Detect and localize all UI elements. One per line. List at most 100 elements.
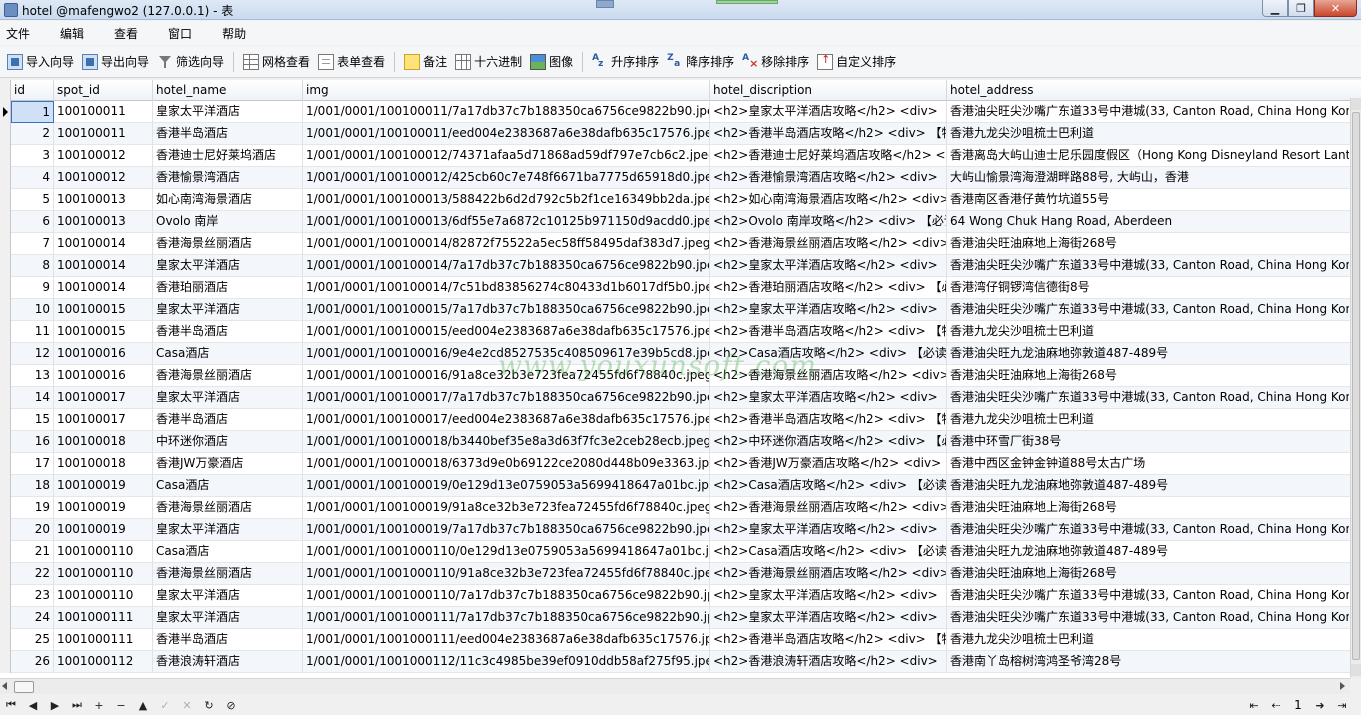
cell-spot-id[interactable]: 100100019 bbox=[54, 475, 153, 497]
table-row[interactable]: 20 100100019 皇家太平洋酒店 1/001/0001/100100019/7… bbox=[0, 519, 1350, 541]
page-next-icon[interactable]: ➜ bbox=[1309, 696, 1331, 714]
cell-img[interactable]: 1/001/0001/100100015/eed004e2383687a6e38… bbox=[303, 321, 710, 343]
cell-hotel-address[interactable]: 香港南区香港仔黄竹坑道55号 bbox=[947, 189, 1349, 211]
column-header-spot-id[interactable]: spot_id bbox=[54, 80, 153, 101]
cell-hotel-discription[interactable]: <h2>香港半岛酒店攻略</h2> <div> 【特 bbox=[710, 409, 947, 431]
row-indicator[interactable] bbox=[0, 145, 11, 167]
cell-spot-id[interactable]: 1001000110 bbox=[54, 563, 153, 585]
cell-hotel-name[interactable]: 香港海景丝丽酒店 bbox=[153, 365, 303, 387]
row-indicator[interactable] bbox=[0, 497, 11, 519]
cell-id[interactable]: 4 bbox=[11, 167, 54, 189]
data-grid[interactable]: id spot_id hotel_name img hotel_discript… bbox=[0, 80, 1361, 678]
scroll-right-arrow-icon[interactable] bbox=[1340, 682, 1345, 690]
row-indicator[interactable] bbox=[0, 541, 11, 563]
table-row[interactable]: 1 100100011 皇家太平洋酒店 1/001/0001/100100011/7a… bbox=[0, 101, 1350, 123]
cell-img[interactable]: 1/001/0001/1001000110/91a8ce32b3e723fea7… bbox=[303, 563, 710, 585]
cell-id[interactable]: 11 bbox=[11, 321, 54, 343]
cell-hotel-discription[interactable]: <h2>Casa酒店攻略</h2> <div> 【必读】 bbox=[710, 541, 947, 563]
column-header-id[interactable]: id bbox=[11, 80, 54, 101]
page-last-icon[interactable]: ⇥ bbox=[1331, 696, 1353, 714]
cell-img[interactable]: 1/001/0001/1001000110/0e129d13e0759053a5… bbox=[303, 541, 710, 563]
cell-hotel-name[interactable]: 皇家太平洋酒店 bbox=[153, 255, 303, 277]
cell-img[interactable]: 1/001/0001/100100014/7c51bd83856274c8043… bbox=[303, 277, 710, 299]
cell-spot-id[interactable]: 100100013 bbox=[54, 211, 153, 233]
cell-hotel-discription[interactable]: <h2>香港海景丝丽酒店攻略</h2> <div> 【 bbox=[710, 365, 947, 387]
table-row[interactable]: 12 100100016 Casa酒店 1/001/0001/100100016/9e… bbox=[0, 343, 1350, 365]
cell-hotel-name[interactable]: 皇家太平洋酒店 bbox=[153, 299, 303, 321]
table-row[interactable]: 26 1001000112 香港浪涛轩酒店 1/001/0001/1001000112… bbox=[0, 651, 1350, 673]
row-indicator[interactable] bbox=[0, 453, 11, 475]
cell-id[interactable]: 22 bbox=[11, 563, 54, 585]
maximize-button[interactable]: ❐ bbox=[1288, 0, 1314, 17]
vertical-scroll-thumb[interactable] bbox=[1352, 112, 1360, 660]
row-indicator[interactable] bbox=[0, 585, 11, 607]
cell-hotel-discription[interactable]: <h2>皇家太平洋酒店攻略</h2> <div> 【 bbox=[710, 387, 947, 409]
cancel-changes-icon[interactable]: ✕ bbox=[176, 696, 198, 714]
cell-id[interactable]: 21 bbox=[11, 541, 54, 563]
cell-spot-id[interactable]: 100100015 bbox=[54, 321, 153, 343]
table-row[interactable]: 3 100100012 香港迪士尼好莱坞酒店 1/001/0001/100100012… bbox=[0, 145, 1350, 167]
cell-hotel-discription[interactable]: <h2>皇家太平洋酒店攻略</h2> <div> 【 bbox=[710, 255, 947, 277]
cell-hotel-name[interactable]: 香港海景丝丽酒店 bbox=[153, 497, 303, 519]
column-header-img[interactable]: img bbox=[303, 80, 710, 101]
cell-hotel-discription[interactable]: <h2>Casa酒店攻略</h2> <div> 【必读】 bbox=[710, 343, 947, 365]
memo-button[interactable]: 备注 bbox=[400, 50, 451, 74]
row-indicator[interactable] bbox=[0, 189, 11, 211]
cell-spot-id[interactable]: 100100012 bbox=[54, 167, 153, 189]
cell-hotel-name[interactable]: Ovolo 南岸 bbox=[153, 211, 303, 233]
cell-hotel-discription[interactable]: <h2>Ovolo 南岸攻略</h2> <div> 【必读 bbox=[710, 211, 947, 233]
cell-hotel-name[interactable]: 皇家太平洋酒店 bbox=[153, 519, 303, 541]
cell-img[interactable]: 1/001/0001/1001000110/7a17db37c7b188350c… bbox=[303, 585, 710, 607]
row-indicator[interactable] bbox=[0, 607, 11, 629]
row-indicator[interactable] bbox=[0, 321, 11, 343]
cell-id[interactable]: 25 bbox=[11, 629, 54, 651]
cell-id[interactable]: 9 bbox=[11, 277, 54, 299]
cell-img[interactable]: 1/001/0001/100100018/6373d9e0b69122ce208… bbox=[303, 453, 710, 475]
cell-img[interactable]: 1/001/0001/100100018/b3440bef35e8a3d63f7… bbox=[303, 431, 710, 453]
cell-hotel-discription[interactable]: <h2>中环迷你酒店攻略</h2> <div> 【必 bbox=[710, 431, 947, 453]
cell-spot-id[interactable]: 100100019 bbox=[54, 497, 153, 519]
cell-hotel-address[interactable]: 香港油尖旺尖沙嘴广东道33号中港城(33, Canton Road, China… bbox=[947, 255, 1349, 277]
cell-img[interactable]: 1/001/0001/100100017/7a17db37c7b188350ca… bbox=[303, 387, 710, 409]
row-indicator[interactable] bbox=[0, 167, 11, 189]
cell-spot-id[interactable]: 1001000110 bbox=[54, 585, 153, 607]
cell-hotel-address[interactable]: 香港九龙尖沙咀梳士巴利道 bbox=[947, 321, 1349, 343]
table-row[interactable]: 5 100100013 如心南湾海景酒店 1/001/0001/100100013/5… bbox=[0, 189, 1350, 211]
delete-record-icon[interactable]: − bbox=[110, 696, 132, 714]
cell-hotel-name[interactable]: 香港JW万豪酒店 bbox=[153, 453, 303, 475]
cell-img[interactable]: 1/001/0001/100100019/0e129d13e0759053a56… bbox=[303, 475, 710, 497]
cell-hotel-address[interactable]: 香港油尖旺油麻地上海街268号 bbox=[947, 233, 1349, 255]
cell-hotel-address[interactable]: 香港九龙尖沙咀梳士巴利道 bbox=[947, 123, 1349, 145]
cell-hotel-name[interactable]: Casa酒店 bbox=[153, 343, 303, 365]
menu-view[interactable]: 查看 bbox=[108, 25, 150, 42]
cell-img[interactable]: 1/001/0001/100100011/7a17db37c7b188350ca… bbox=[303, 101, 710, 123]
row-indicator[interactable] bbox=[0, 629, 11, 651]
cell-id[interactable]: 5 bbox=[11, 189, 54, 211]
last-record-icon[interactable]: ⏭ bbox=[66, 696, 88, 714]
table-row[interactable]: 2 100100011 香港半岛酒店 1/001/0001/100100011/eed… bbox=[0, 123, 1350, 145]
cell-hotel-discription[interactable]: <h2>Casa酒店攻略</h2> <div> 【必读】 bbox=[710, 475, 947, 497]
cell-id[interactable]: 26 bbox=[11, 651, 54, 673]
cell-hotel-discription[interactable]: <h2>香港海景丝丽酒店攻略</h2> <div> 【 bbox=[710, 563, 947, 585]
cell-hotel-discription[interactable]: <h2>香港海景丝丽酒店攻略</h2> <div> 【 bbox=[710, 233, 947, 255]
export-wizard-button[interactable]: 导出向导 bbox=[78, 50, 153, 74]
table-row[interactable]: 14 100100017 皇家太平洋酒店 1/001/0001/100100017/7… bbox=[0, 387, 1350, 409]
page-first-icon[interactable]: ⇤ bbox=[1243, 696, 1265, 714]
cell-id[interactable]: 14 bbox=[11, 387, 54, 409]
cell-id[interactable]: 1 bbox=[11, 101, 54, 123]
cell-img[interactable]: 1/001/0001/100100017/eed004e2383687a6e38… bbox=[303, 409, 710, 431]
table-row[interactable]: 15 100100017 香港半岛酒店 1/001/0001/100100017/ee… bbox=[0, 409, 1350, 431]
apply-changes-icon[interactable]: ✓ bbox=[154, 696, 176, 714]
table-row[interactable]: 18 100100019 Casa酒店 1/001/0001/100100019/0e… bbox=[0, 475, 1350, 497]
cell-spot-id[interactable]: 100100014 bbox=[54, 255, 153, 277]
page-number[interactable]: 1 bbox=[1287, 698, 1309, 712]
page-prev-icon[interactable]: ⇠ bbox=[1265, 696, 1287, 714]
cell-img[interactable]: 1/001/0001/1001000112/11c3c4985be39ef091… bbox=[303, 651, 710, 673]
column-header-hotel-address[interactable]: hotel_address bbox=[947, 80, 1349, 101]
table-row[interactable]: 8 100100014 皇家太平洋酒店 1/001/0001/100100014/7a… bbox=[0, 255, 1350, 277]
menu-window[interactable]: 窗口 bbox=[162, 25, 204, 42]
cell-hotel-discription[interactable]: <h2>香港半岛酒店攻略</h2> <div> 【特 bbox=[710, 321, 947, 343]
cell-hotel-address[interactable]: 香港油尖旺尖沙嘴广东道33号中港城(33, Canton Road, China… bbox=[947, 607, 1349, 629]
row-indicator[interactable] bbox=[0, 475, 11, 497]
sort-asc-button[interactable]: 升序排序 bbox=[588, 50, 663, 74]
